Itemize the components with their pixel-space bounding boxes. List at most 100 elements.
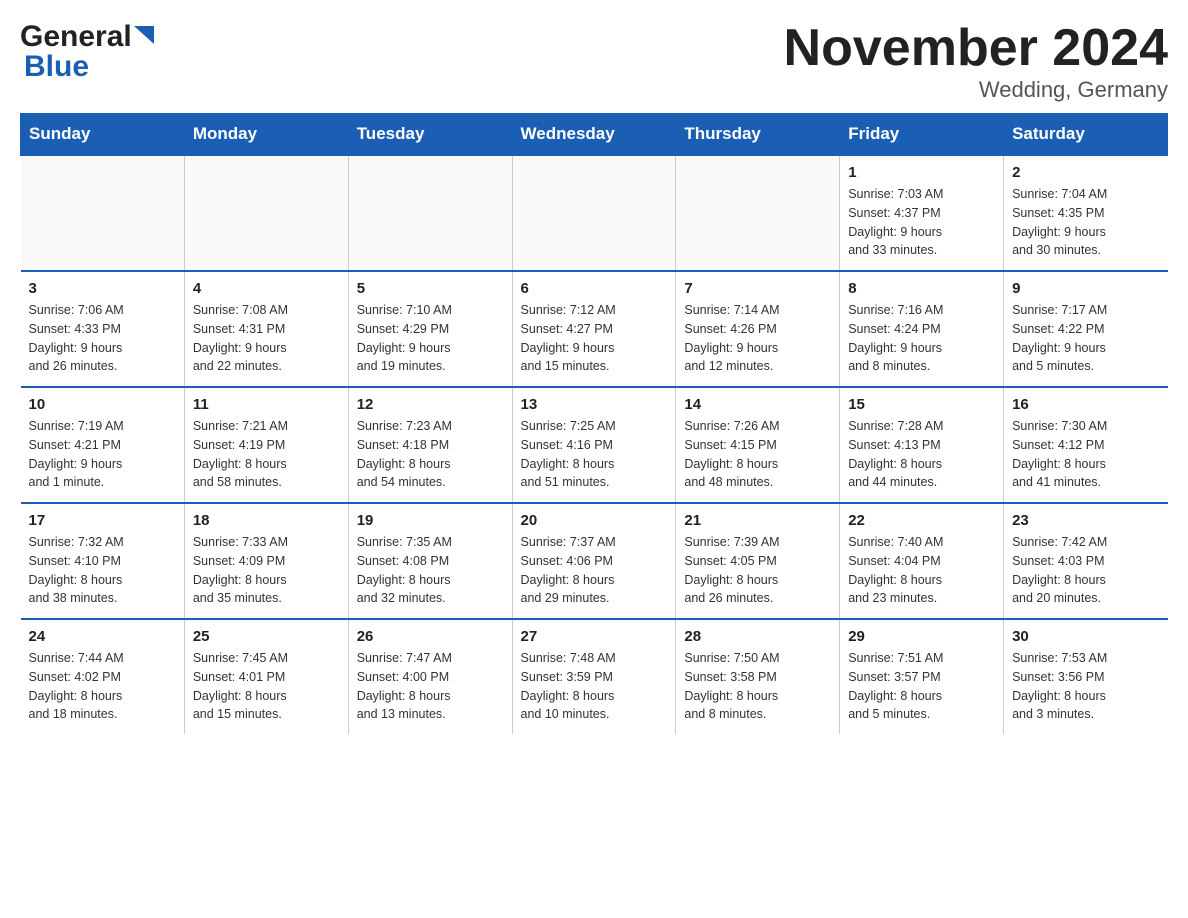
calendar-cell: 12Sunrise: 7:23 AM Sunset: 4:18 PM Dayli… xyxy=(348,387,512,503)
calendar-cell: 9 Sunrise: 7:17 AM Sunset: 4:22 PM Daylig… xyxy=(1004,271,1168,387)
logo-general: General xyxy=(20,20,132,54)
day-info: Sunrise: 7:53 AM Sunset: 3:56 PM Dayligh… xyxy=(1012,649,1159,724)
day-number: 15 xyxy=(848,396,995,413)
calendar-cell xyxy=(348,155,512,271)
day-info: Sunrise: 7:30 AM Sunset: 4:12 PM Dayligh… xyxy=(1012,417,1159,492)
day-info: Sunrise: 7:14 AM Sunset: 4:26 PM Dayligh… xyxy=(684,301,831,376)
day-number: 16 xyxy=(1012,396,1159,413)
day-number: 17 xyxy=(29,512,176,529)
calendar-cell: 7 Sunrise: 7:14 AM Sunset: 4:26 PM Daylig… xyxy=(676,271,840,387)
day-info: Sunrise: 7:50 AM Sunset: 3:58 PM Dayligh… xyxy=(684,649,831,724)
calendar-week-row: 24 Sunrise: 7:44 AM Sunset: 4:02 PM Dayli… xyxy=(21,619,1168,734)
calendar-title: November 2024 xyxy=(784,20,1168,77)
day-number: 27 xyxy=(521,628,668,645)
calendar-cell xyxy=(184,155,348,271)
day-info: Sunrise: 7:37 AM Sunset: 4:06 PM Dayligh… xyxy=(521,533,668,608)
day-number: 1 xyxy=(848,164,995,181)
calendar-cell: 1 Sunrise: 7:03 AM Sunset: 4:37 PM Daylig… xyxy=(840,155,1004,271)
day-number: 20 xyxy=(521,512,668,529)
calendar-cell: 30Sunrise: 7:53 AM Sunset: 3:56 PM Dayli… xyxy=(1004,619,1168,734)
calendar-cell: 11Sunrise: 7:21 AM Sunset: 4:19 PM Dayli… xyxy=(184,387,348,503)
day-number: 23 xyxy=(1012,512,1159,529)
day-number: 5 xyxy=(357,280,504,297)
day-info: Sunrise: 7:39 AM Sunset: 4:05 PM Dayligh… xyxy=(684,533,831,608)
calendar-cell: 3 Sunrise: 7:06 AM Sunset: 4:33 PM Daylig… xyxy=(21,271,185,387)
calendar-cell: 2Sunrise: 7:04 AM Sunset: 4:35 PM Daylig… xyxy=(1004,155,1168,271)
day-number: 7 xyxy=(684,280,831,297)
day-number: 9 xyxy=(1012,280,1159,297)
day-info: Sunrise: 7:33 AM Sunset: 4:09 PM Dayligh… xyxy=(193,533,340,608)
day-info: Sunrise: 7:40 AM Sunset: 4:04 PM Dayligh… xyxy=(848,533,995,608)
logo-blue: Blue xyxy=(24,50,89,83)
day-number: 2 xyxy=(1012,164,1159,181)
calendar-cell: 16 Sunrise: 7:30 AM Sunset: 4:12 PM Dayli… xyxy=(1004,387,1168,503)
calendar-cell: 27Sunrise: 7:48 AM Sunset: 3:59 PM Dayli… xyxy=(512,619,676,734)
logo-triangle-icon xyxy=(134,26,154,49)
header-tuesday: Tuesday xyxy=(348,114,512,156)
calendar-cell: 5 Sunrise: 7:10 AM Sunset: 4:29 PM Daylig… xyxy=(348,271,512,387)
day-info: Sunrise: 7:17 AM Sunset: 4:22 PM Dayligh… xyxy=(1012,301,1159,376)
calendar-cell xyxy=(676,155,840,271)
day-number: 8 xyxy=(848,280,995,297)
day-info: Sunrise: 7:03 AM Sunset: 4:37 PM Dayligh… xyxy=(848,185,995,260)
calendar-cell: 18 Sunrise: 7:33 AM Sunset: 4:09 PM Dayli… xyxy=(184,503,348,619)
day-number: 26 xyxy=(357,628,504,645)
day-info: Sunrise: 7:28 AM Sunset: 4:13 PM Dayligh… xyxy=(848,417,995,492)
logo: General Blue xyxy=(20,20,154,84)
day-info: Sunrise: 7:10 AM Sunset: 4:29 PM Dayligh… xyxy=(357,301,504,376)
calendar-cell: 25 Sunrise: 7:45 AM Sunset: 4:01 PM Dayli… xyxy=(184,619,348,734)
calendar-cell: 24 Sunrise: 7:44 AM Sunset: 4:02 PM Dayli… xyxy=(21,619,185,734)
calendar-header-row: Sunday Monday Tuesday Wednesday Thursday… xyxy=(21,114,1168,156)
calendar-subtitle: Wedding, Germany xyxy=(784,77,1168,103)
header-saturday: Saturday xyxy=(1004,114,1168,156)
calendar-cell: 20 Sunrise: 7:37 AM Sunset: 4:06 PM Dayli… xyxy=(512,503,676,619)
day-number: 3 xyxy=(29,280,176,297)
header-friday: Friday xyxy=(840,114,1004,156)
calendar-cell: 17 Sunrise: 7:32 AM Sunset: 4:10 PM Dayli… xyxy=(21,503,185,619)
day-info: Sunrise: 7:32 AM Sunset: 4:10 PM Dayligh… xyxy=(29,533,176,608)
calendar-week-row: 1 Sunrise: 7:03 AM Sunset: 4:37 PM Daylig… xyxy=(21,155,1168,271)
calendar-cell: 26Sunrise: 7:47 AM Sunset: 4:00 PM Dayli… xyxy=(348,619,512,734)
calendar-cell: 28Sunrise: 7:50 AM Sunset: 3:58 PM Dayli… xyxy=(676,619,840,734)
calendar-cell: 22 Sunrise: 7:40 AM Sunset: 4:04 PM Dayli… xyxy=(840,503,1004,619)
day-info: Sunrise: 7:19 AM Sunset: 4:21 PM Dayligh… xyxy=(29,417,176,492)
calendar-week-row: 10 Sunrise: 7:19 AM Sunset: 4:21 PM Dayli… xyxy=(21,387,1168,503)
day-number: 24 xyxy=(29,628,176,645)
day-info: Sunrise: 7:35 AM Sunset: 4:08 PM Dayligh… xyxy=(357,533,504,608)
day-number: 4 xyxy=(193,280,340,297)
calendar-cell: 8Sunrise: 7:16 AM Sunset: 4:24 PM Daylig… xyxy=(840,271,1004,387)
calendar-table: Sunday Monday Tuesday Wednesday Thursday… xyxy=(20,113,1168,734)
calendar-cell: 4 Sunrise: 7:08 AM Sunset: 4:31 PM Daylig… xyxy=(184,271,348,387)
calendar-cell: 19 Sunrise: 7:35 AM Sunset: 4:08 PM Dayli… xyxy=(348,503,512,619)
calendar-cell xyxy=(512,155,676,271)
day-number: 21 xyxy=(684,512,831,529)
day-info: Sunrise: 7:25 AM Sunset: 4:16 PM Dayligh… xyxy=(521,417,668,492)
day-number: 22 xyxy=(848,512,995,529)
calendar-cell: 6 Sunrise: 7:12 AM Sunset: 4:27 PM Daylig… xyxy=(512,271,676,387)
calendar-cell: 23Sunrise: 7:42 AM Sunset: 4:03 PM Dayli… xyxy=(1004,503,1168,619)
day-info: Sunrise: 7:51 AM Sunset: 3:57 PM Dayligh… xyxy=(848,649,995,724)
day-number: 6 xyxy=(521,280,668,297)
title-block: November 2024 Wedding, Germany xyxy=(784,20,1168,103)
day-number: 10 xyxy=(29,396,176,413)
day-info: Sunrise: 7:26 AM Sunset: 4:15 PM Dayligh… xyxy=(684,417,831,492)
day-info: Sunrise: 7:06 AM Sunset: 4:33 PM Dayligh… xyxy=(29,301,176,376)
day-number: 11 xyxy=(193,396,340,413)
day-number: 25 xyxy=(193,628,340,645)
calendar-cell: 13Sunrise: 7:25 AM Sunset: 4:16 PM Dayli… xyxy=(512,387,676,503)
day-number: 14 xyxy=(684,396,831,413)
day-number: 19 xyxy=(357,512,504,529)
header-sunday: Sunday xyxy=(21,114,185,156)
day-number: 29 xyxy=(848,628,995,645)
calendar-cell: 10 Sunrise: 7:19 AM Sunset: 4:21 PM Dayli… xyxy=(21,387,185,503)
calendar-cell: 15 Sunrise: 7:28 AM Sunset: 4:13 PM Dayli… xyxy=(840,387,1004,503)
calendar-week-row: 17 Sunrise: 7:32 AM Sunset: 4:10 PM Dayli… xyxy=(21,503,1168,619)
day-info: Sunrise: 7:45 AM Sunset: 4:01 PM Dayligh… xyxy=(193,649,340,724)
header-monday: Monday xyxy=(184,114,348,156)
day-info: Sunrise: 7:08 AM Sunset: 4:31 PM Dayligh… xyxy=(193,301,340,376)
day-info: Sunrise: 7:44 AM Sunset: 4:02 PM Dayligh… xyxy=(29,649,176,724)
calendar-cell: 29 Sunrise: 7:51 AM Sunset: 3:57 PM Dayli… xyxy=(840,619,1004,734)
page-header: General Blue November 2024 Wedding, Germ… xyxy=(20,20,1168,103)
day-number: 18 xyxy=(193,512,340,529)
day-info: Sunrise: 7:12 AM Sunset: 4:27 PM Dayligh… xyxy=(521,301,668,376)
